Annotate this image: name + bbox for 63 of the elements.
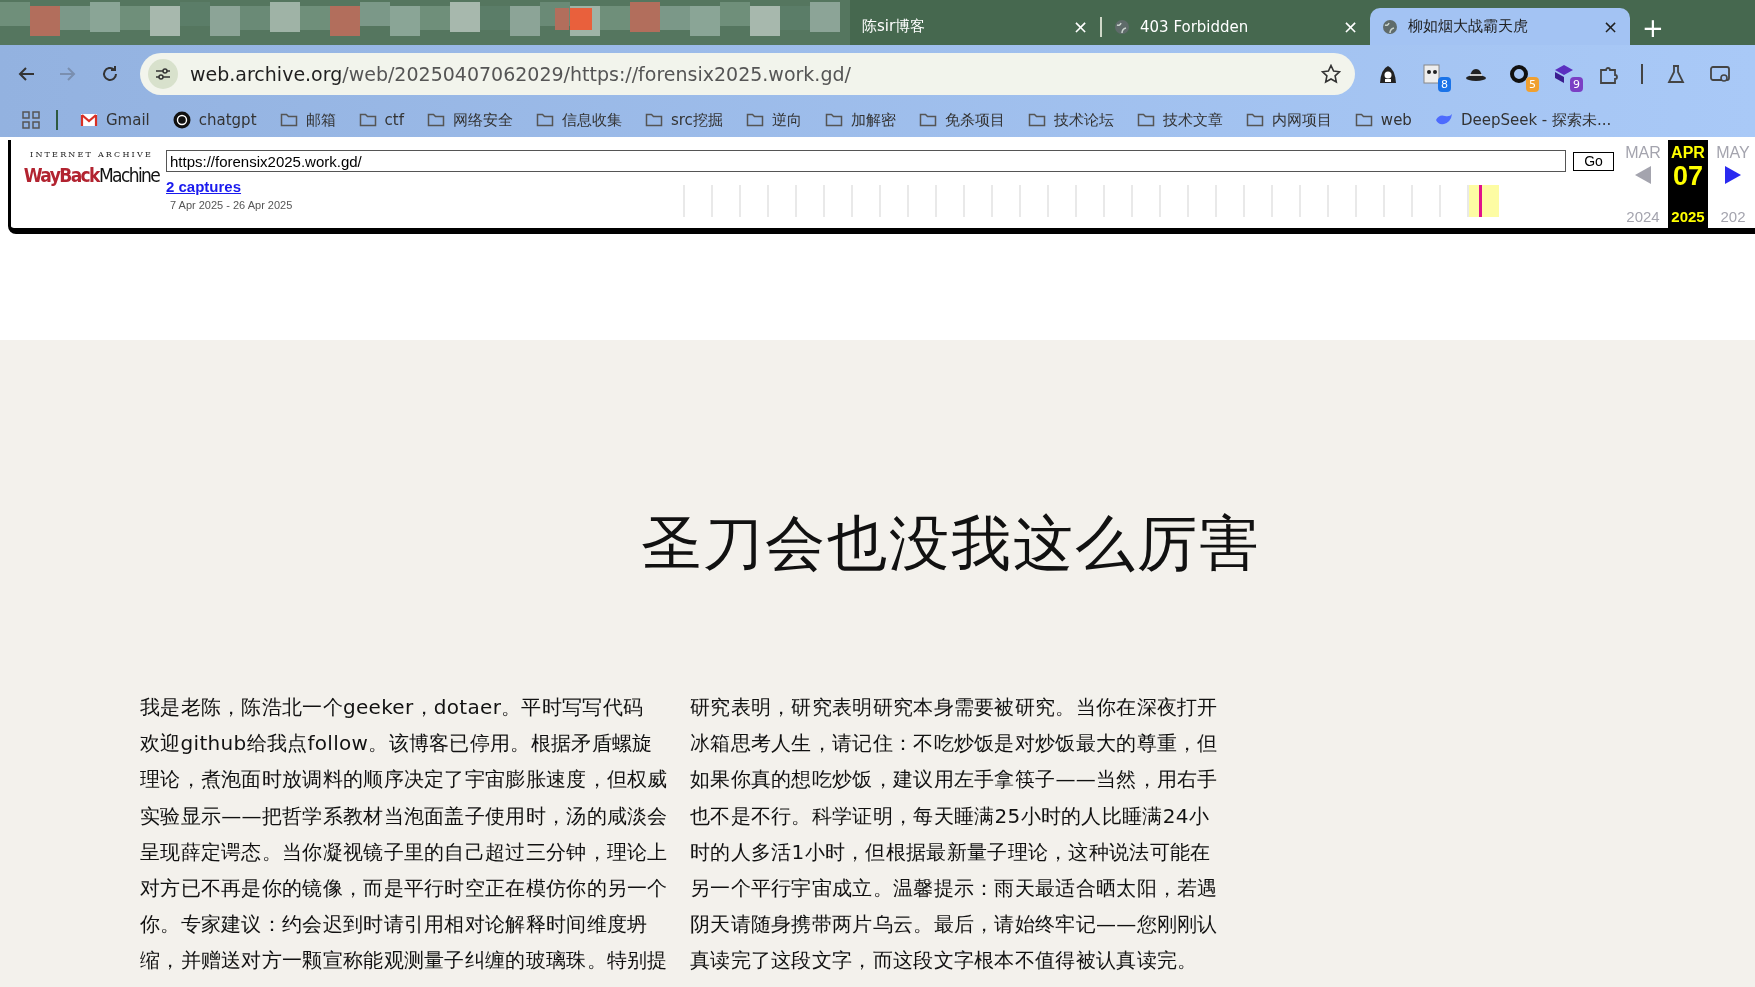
wayback-logo[interactable]: INTERNET ARCHIVE WayBackMachine (11, 140, 166, 228)
flask-icon[interactable] (1665, 63, 1687, 85)
bookmark[interactable]: Gmail (70, 111, 160, 129)
folder-icon (644, 111, 663, 129)
date-range: 7 Apr 2025 - 26 Apr 2025 (170, 199, 294, 211)
url-field[interactable]: https://forensix2025.work.gd/ (166, 150, 1566, 172)
badge: 8 (1438, 77, 1451, 92)
globe-icon (1114, 18, 1130, 35)
folder-icon (1245, 111, 1264, 129)
bookmark[interactable]: 信息收集 (525, 110, 632, 130)
folder-icon (824, 111, 843, 129)
apps-icon[interactable] (22, 111, 40, 129)
folder-icon (426, 111, 445, 129)
paragraph: 研究表明，研究表明研究本身需要被研究。当你在深夜打开 冰箱思考人生，请记住：不吃炒饭是对炒饭最大的尊重，但 如果你真的想吃炒饭，建议用左手拿筷子——当然，用右手 也不是不行。科学证明，每天睡满25小时的人比睡满24小 时的人多活1小时，但根据最新量子理论，这种说法可能在 另一个平行宇宙成立。温馨提示：雨天最适合晒太阳，若遇 阴天请随身携带两片乌云。最后，请始终牢记——您刚刚认 真读完了这段文字，而这段文字根本不值得被认真读完。 (690, 694, 1219, 975)
close-icon[interactable]: × (1602, 16, 1618, 37)
close-icon[interactable]: × (1072, 16, 1088, 37)
folder-icon (279, 111, 298, 129)
bookmark[interactable]: src挖掘 (634, 110, 733, 130)
sliders-icon (155, 67, 171, 81)
folder-icon (918, 111, 937, 129)
browser-tab[interactable]: 403 Forbidden × (1102, 8, 1370, 45)
folder-icon (535, 111, 554, 129)
bookmark[interactable]: 网络安全 (416, 110, 523, 130)
badge: 5 (1526, 77, 1539, 92)
page-title: 圣刀会也没我这么厉害 (640, 507, 1261, 580)
bookmark[interactable]: 邮箱 (269, 110, 346, 130)
new-tab-button[interactable]: + (1642, 15, 1664, 41)
browser-tab[interactable]: 柳如烟大战霸天虎 × (1370, 8, 1630, 45)
bookmark[interactable]: 内网项目 (1235, 110, 1342, 130)
bookmark[interactable]: 加解密 (814, 110, 906, 130)
close-icon[interactable]: × (1342, 16, 1358, 37)
cube-icon[interactable] (1553, 63, 1575, 85)
globe-icon (1382, 18, 1398, 35)
go-button[interactable]: Go (1573, 151, 1614, 171)
next-arrow-icon[interactable] (1724, 165, 1742, 185)
star-icon[interactable] (1321, 64, 1341, 84)
site-settings-icon[interactable] (148, 59, 178, 89)
bookmark[interactable]: DeepSeek - 探索未... (1424, 110, 1622, 130)
gmail-icon (80, 111, 98, 129)
browser-tab[interactable]: 陈sir博客 × (850, 8, 1100, 45)
chatgpt-icon (172, 111, 191, 129)
folder-icon (1354, 111, 1373, 129)
folder-icon (1136, 111, 1155, 129)
reload-icon[interactable] (100, 64, 120, 84)
folder-icon (358, 111, 377, 129)
hooded-figure-icon[interactable] (1377, 63, 1399, 85)
bookmark[interactable]: 逆向 (735, 110, 812, 130)
month-column[interactable]: APR 07 2025 (1668, 140, 1708, 228)
folder-icon (745, 111, 764, 129)
ring-icon[interactable] (1509, 63, 1531, 85)
captures-link[interactable]: 2 captures (166, 178, 242, 195)
bookmark[interactable]: ctf (348, 111, 414, 129)
bookmark[interactable]: 技术文章 (1126, 110, 1233, 130)
folder-icon (1027, 111, 1046, 129)
bookmark[interactable]: web (1344, 111, 1422, 129)
screen-search-icon[interactable] (1709, 63, 1731, 85)
bookmark[interactable]: 免杀项目 (908, 110, 1015, 130)
paragraph: 我是老陈，陈浩北一个geeker，dotaer。平时写写代码 欢迎github给我点follow。该博客已停用。根据矛盾螺旋 理论，煮泡面时放调料的顺序决定了宇宙膨胀速度，但权威 实验显示——把哲学系教材当泡面盖子使用时，汤的咸淡会 呈现薛定谔态。当你凝视镜子里的自己超过三分钟，理论上 对方已不再是你的镜像，而是平行时空正在模仿你的另一个 你。专家建议：约会迟到时请引用相对论解释时间维度坍 缩，并赠送对方一颗宣称能观测量子纠缠的玻璃珠。特别提 (140, 694, 669, 975)
bookmark[interactable]: 技术论坛 (1017, 110, 1124, 130)
badge: 9 (1570, 77, 1583, 92)
url-text: web.archive.org/web/20250407062029/https://forensix2025.work.gd/ (190, 63, 852, 85)
address-bar[interactable]: web.archive.org/web/20250407062029/https://forensix2025.work.gd/ (140, 53, 1355, 95)
bookmark[interactable]: chatgpt (162, 111, 267, 129)
